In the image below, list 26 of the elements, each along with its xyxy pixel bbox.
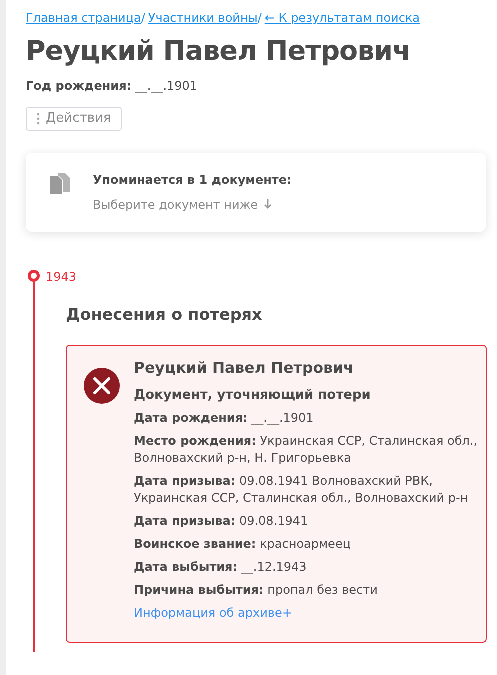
actions-button[interactable]: Действия bbox=[26, 106, 122, 131]
breadcrumb-separator: / bbox=[141, 10, 146, 27]
breadcrumb-link[interactable]: Главная страница bbox=[26, 9, 142, 27]
dots-icon bbox=[37, 112, 40, 125]
document-type: Документ, уточняющий потери bbox=[134, 386, 372, 404]
breadcrumb-separator: / bbox=[258, 10, 262, 27]
document-field: Дата призыва: 09.08.1941 bbox=[134, 512, 478, 530]
document-field: Место рождения: Украинская ССР, Сталинская обл., Волновахский р-н, Н. Григорьевка bbox=[134, 432, 478, 467]
section-title: Донесения о потерях bbox=[66, 304, 264, 326]
person-name: Реуцкий Павел Петрович bbox=[26, 35, 412, 69]
birth-year: Год рождения: __.__.1901 bbox=[26, 78, 199, 95]
document-field: Причина выбытия: пропал без вести bbox=[134, 582, 478, 599]
document-field: Дата выбытия: __.12.1943 bbox=[134, 558, 478, 576]
breadcrumb-link[interactable]: Участники войны bbox=[148, 9, 258, 27]
document-field: Дата рождения: __.__.1901 bbox=[134, 410, 478, 427]
breadcrumb-link[interactable]: ← К результатам поиска bbox=[264, 9, 420, 27]
document-person-name: Реуцкий Павел Петрович bbox=[134, 360, 355, 377]
document-field: Дата призыва: 09.08.1941 Волновахский РВК, Украинская ССР, Сталинская обл., Волновахский р-н bbox=[134, 472, 478, 507]
archive-info-link[interactable]: Информация об архиве+ bbox=[134, 604, 478, 622]
cross-circle-icon bbox=[84, 368, 120, 404]
down-arrow-icon bbox=[264, 199, 272, 210]
timeline-dot-icon bbox=[28, 270, 40, 282]
document-field: Воинское звание: красноармеец bbox=[134, 536, 478, 553]
mentions-title: Упоминается в 1 документе: bbox=[93, 172, 292, 189]
mentions-hint: Выберите документ ниже bbox=[93, 196, 258, 214]
timeline-year: 1943 bbox=[46, 268, 78, 286]
